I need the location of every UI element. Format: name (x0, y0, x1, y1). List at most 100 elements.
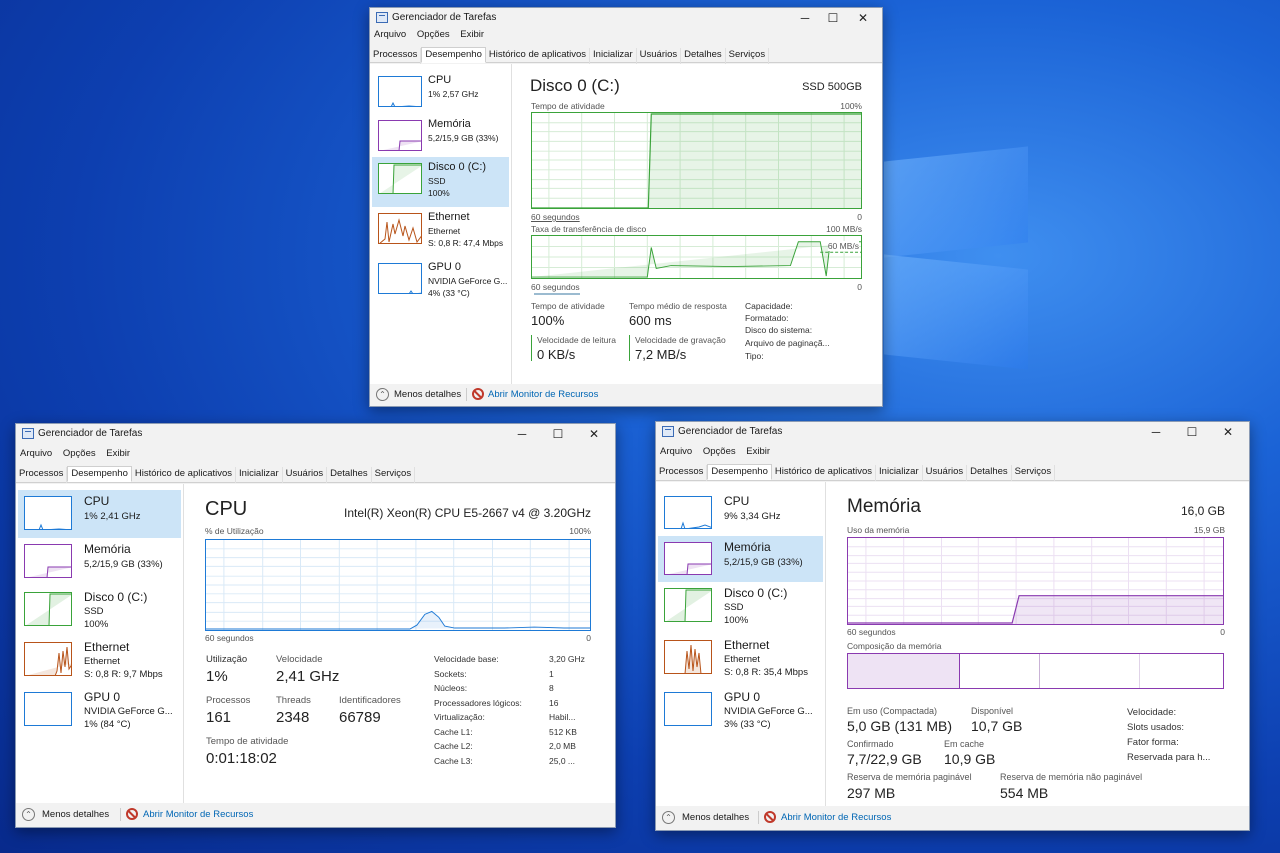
sidebar-item-ethernet[interactable]: Ethernet Ethernet S: 0,8 R: 35,4 Mbps (658, 634, 823, 684)
tab-historico[interactable]: Histórico de aplicativos (132, 467, 237, 483)
tab-servicos[interactable]: Serviços (372, 467, 416, 483)
detail-capacity: Capacidade: (745, 301, 793, 311)
sidebar-item-cpu[interactable]: CPU 1% 2,41 GHz (18, 490, 181, 538)
sidebar-item-ethernet[interactable]: Ethernet Ethernet S: 0,8 R: 47,4 Mbps (372, 207, 509, 257)
transfer-mark-label: 60 MB/s (827, 241, 859, 251)
sidebar-memoria-value: 5,2/15,9 GB (33%) (84, 559, 163, 570)
util-graph-label: % de Utilização (205, 526, 264, 536)
disk-model: SSD 500GB (802, 81, 862, 93)
windows-logo (884, 138, 1030, 374)
transfer-axis-left: 60 segundos (531, 282, 580, 292)
sidebar-item-ethernet[interactable]: Ethernet Ethernet S: 0,8 R: 9,7 Mbps (18, 636, 181, 686)
disk-thumbnail-graph (24, 592, 72, 626)
composition-label: Composição da memória (847, 641, 942, 651)
sidebar-item-disco[interactable]: Disco 0 (C:) SSD 100% (372, 157, 509, 207)
menu-opcoes[interactable]: Opções (417, 29, 450, 40)
tab-historico[interactable]: Histórico de aplicativos (486, 48, 591, 64)
tab-processos[interactable]: Processos (16, 467, 68, 483)
sidebar-gpu-model: NVIDIA GeForce G... (724, 706, 813, 717)
menu-arquivo[interactable]: Arquivo (20, 448, 52, 459)
sidebar-item-cpu[interactable]: CPU 9% 3,34 GHz (658, 490, 823, 536)
less-details-link[interactable]: Menos detalhes (682, 812, 749, 823)
minimize-button[interactable]: ─ (792, 10, 818, 26)
maximize-button[interactable]: ☐ (820, 10, 846, 26)
tab-inicializar[interactable]: Inicializar (590, 48, 637, 64)
less-details-link[interactable]: Menos detalhes (394, 389, 461, 400)
menu-bar: Arquivo Opções Exibir (660, 446, 778, 460)
chevron-up-icon[interactable]: ⌃ (662, 811, 675, 824)
tab-servicos[interactable]: Serviços (726, 48, 770, 64)
resource-monitor-link[interactable]: Abrir Monitor de Recursos (781, 812, 891, 823)
menu-exibir[interactable]: Exibir (746, 446, 770, 457)
sidebar-item-memoria[interactable]: Memória 5,2/15,9 GB (33%) (18, 538, 181, 586)
tab-detalhes[interactable]: Detalhes (681, 48, 726, 64)
maximize-button[interactable]: ☐ (545, 426, 571, 442)
stat-committed-label: Confirmado (847, 739, 894, 749)
sidebar-ethernet-type: Ethernet (84, 656, 120, 667)
close-button[interactable]: ✕ (581, 426, 607, 442)
tab-usuarios[interactable]: Usuários (923, 465, 968, 481)
tab-desempenho[interactable]: Desempenho (707, 464, 772, 480)
sidebar-item-memoria[interactable]: Memória 5,2/15,9 GB (33%) (658, 536, 823, 582)
close-button[interactable]: ✕ (850, 10, 876, 26)
stat-available-label: Disponível (971, 706, 1014, 716)
close-button[interactable]: ✕ (1215, 424, 1241, 440)
menu-opcoes[interactable]: Opções (703, 446, 736, 457)
maximize-button[interactable]: ☐ (1179, 424, 1205, 440)
menu-exibir[interactable]: Exibir (460, 29, 484, 40)
detail-key: Cache L2: (434, 741, 473, 751)
sidebar-item-cpu[interactable]: CPU 1% 2,57 GHz (372, 70, 509, 120)
stat-paged: 297 MB (847, 785, 896, 801)
tab-desempenho[interactable]: Desempenho (67, 466, 132, 482)
tab-inicializar[interactable]: Inicializar (236, 467, 283, 483)
tab-usuarios[interactable]: Usuários (283, 467, 328, 483)
transfer-scrollbar[interactable] (534, 293, 580, 295)
resource-monitor-link[interactable]: Abrir Monitor de Recursos (143, 809, 253, 820)
task-manager-window-cpu: Gerenciador de Tarefas ─ ☐ ✕ Arquivo Opç… (15, 423, 616, 828)
minimize-button[interactable]: ─ (1143, 424, 1169, 440)
stat-avg-response-label: Tempo médio de resposta (629, 301, 727, 311)
stat-speed-label: Velocidade (276, 654, 323, 665)
sidebar-item-disco[interactable]: Disco 0 (C:) SSD 100% (658, 582, 823, 632)
tab-usuarios[interactable]: Usuários (637, 48, 682, 64)
chevron-up-icon[interactable]: ⌃ (22, 808, 35, 821)
tab-inicializar[interactable]: Inicializar (876, 465, 923, 481)
tab-detalhes[interactable]: Detalhes (967, 465, 1012, 481)
tab-historico[interactable]: Histórico de aplicativos (772, 465, 877, 481)
tab-detalhes[interactable]: Detalhes (327, 467, 372, 483)
task-manager-icon (22, 428, 34, 439)
menu-exibir[interactable]: Exibir (106, 448, 130, 459)
activity-graph-max: 100% (840, 101, 862, 111)
detail-key: Sockets: (434, 668, 467, 679)
write-indicator (629, 335, 630, 361)
footer-divider (758, 811, 759, 824)
usage-graph-label: Uso da memória (847, 525, 910, 535)
tab-desempenho[interactable]: Desempenho (421, 47, 486, 63)
tab-processos[interactable]: Processos (656, 465, 708, 481)
sidebar-ethernet-type: Ethernet (428, 226, 461, 236)
resource-monitor-link[interactable]: Abrir Monitor de Recursos (488, 389, 598, 400)
stat-threads-label: Threads (276, 695, 311, 706)
menu-opcoes[interactable]: Opções (63, 448, 96, 459)
stat-committed: 7,7/22,9 GB (847, 751, 922, 767)
sidebar-memoria-value: 5,2/15,9 GB (33%) (724, 557, 803, 568)
activity-graph-label: Tempo de atividade (531, 101, 605, 111)
sidebar-item-gpu[interactable]: GPU 0 NVIDIA GeForce G... 1% (84 °C) (18, 686, 181, 736)
tab-processos[interactable]: Processos (370, 48, 422, 64)
stat-in-use-label: Em uso (Compactada) (847, 706, 938, 716)
stat-available: 10,7 GB (971, 718, 1023, 734)
sidebar-item-gpu[interactable]: GPU 0 NVIDIA GeForce G... 3% (33 °C) (658, 686, 823, 736)
menu-arquivo[interactable]: Arquivo (660, 446, 692, 457)
sidebar-gpu-value: 4% (33 °C) (428, 288, 470, 298)
minimize-button[interactable]: ─ (509, 426, 535, 442)
sidebar-item-gpu[interactable]: GPU 0 NVIDIA GeForce G... 4% (33 °C) (372, 257, 509, 307)
tab-servicos[interactable]: Serviços (1012, 465, 1056, 481)
sidebar-disco-type: SSD (84, 606, 104, 617)
memory-thumbnail-graph (378, 120, 422, 151)
detail-value: 16 (549, 697, 559, 708)
sidebar-item-disco[interactable]: Disco 0 (C:) SSD 100% (18, 586, 181, 636)
menu-arquivo[interactable]: Arquivo (374, 29, 406, 40)
less-details-link[interactable]: Menos detalhes (42, 809, 109, 820)
chevron-up-icon[interactable]: ⌃ (376, 388, 389, 401)
sidebar-cpu-value: 1% 2,57 GHz (428, 89, 479, 99)
